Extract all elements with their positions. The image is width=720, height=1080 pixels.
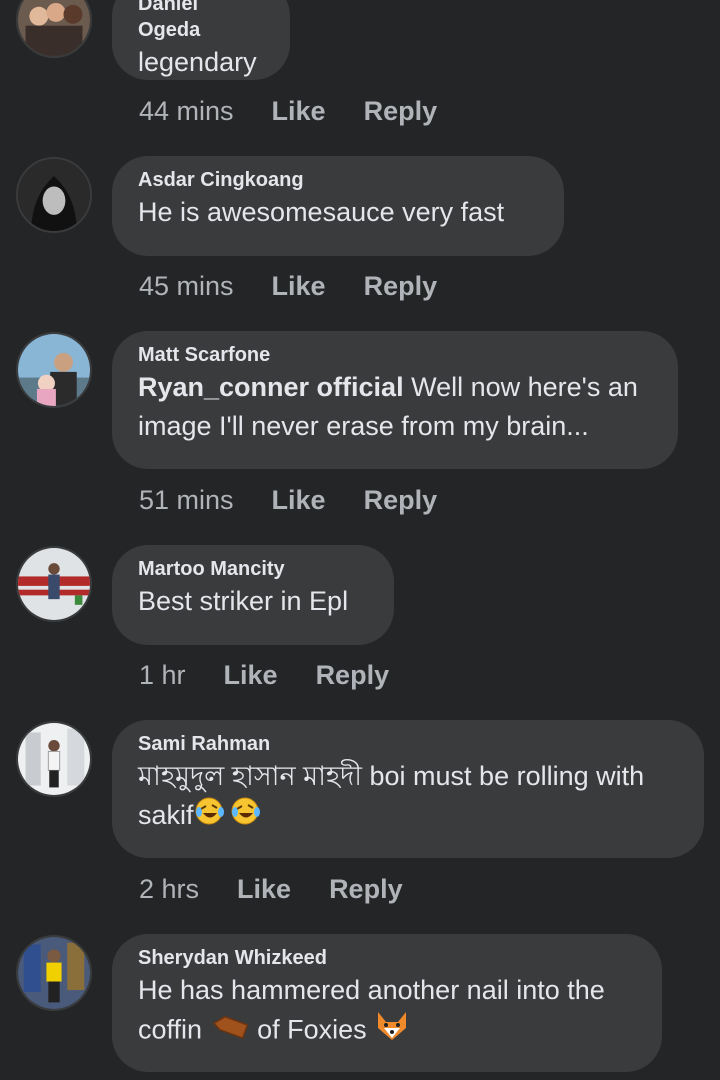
fox-emoji-icon	[374, 1010, 410, 1053]
comment-author[interactable]: Matt Scarfone	[138, 342, 652, 368]
comment-bubble: Sami Rahman মাহমুদুল হাসান মাহদী boi mus…	[112, 720, 704, 858]
comment-text-part: of Foxies	[257, 1014, 367, 1045]
comment-bubble: Sherydan Whizkeed He has hammered anothe…	[112, 934, 662, 1072]
avatar[interactable]	[16, 0, 92, 58]
comment-timestamp[interactable]: 51 mins	[139, 485, 234, 516]
reply-button[interactable]: Reply	[316, 660, 390, 691]
comment-author[interactable]: Asdar Cingkoang	[138, 167, 538, 193]
comment-actions: 2 hrs Like Reply	[139, 874, 403, 905]
comment-author[interactable]: Daniel Ogeda	[138, 0, 264, 43]
comment-text: Ryan_conner official Well now here's an	[138, 368, 652, 407]
avatar[interactable]	[16, 546, 92, 622]
like-button[interactable]: Like	[272, 96, 326, 127]
comment-text-line: sakif	[138, 796, 678, 837]
comment-timestamp[interactable]: 44 mins	[139, 96, 234, 127]
rofl-emoji-icon	[194, 796, 228, 837]
comment-timestamp[interactable]: 2 hrs	[139, 874, 199, 905]
comment-text: Best striker in Epl	[138, 586, 349, 616]
comment-bubble: Asdar Cingkoang He is awesomesauce very …	[112, 156, 564, 256]
avatar[interactable]	[16, 935, 92, 1011]
comment-actions: 45 mins Like Reply	[139, 271, 437, 302]
comment-text: legendary	[138, 47, 257, 77]
comment-timestamp[interactable]: 1 hr	[139, 660, 186, 691]
comment-text-part: Well now here's an	[411, 372, 638, 402]
like-button[interactable]: Like	[224, 660, 278, 691]
comment-text-part: sakif	[138, 800, 194, 830]
comment-text-line: coffin of Foxies	[138, 1010, 636, 1053]
coffin-emoji-icon	[210, 1011, 250, 1052]
avatar[interactable]	[16, 157, 92, 233]
rofl-emoji-icon	[228, 796, 262, 837]
comment-text-line: image I'll never erase from my brain...	[138, 411, 589, 441]
comment-text-part: coffin	[138, 1014, 203, 1045]
comment-text: He has hammered another nail into the	[138, 975, 605, 1005]
comment-text: মাহমুদুল হাসান মাহদী boi must be rolling…	[138, 761, 645, 791]
comment-bubble: Matt Scarfone Ryan_conner official Well …	[112, 331, 678, 469]
comment-actions: 1 hr Like Reply	[139, 660, 389, 691]
avatar[interactable]	[16, 721, 92, 797]
comment-bubble: Martoo Mancity Best striker in Epl	[112, 545, 394, 645]
comment-text: He is awesomesauce very fast	[138, 197, 505, 227]
comment-actions: 44 mins Like Reply	[139, 96, 437, 127]
reply-button[interactable]: Reply	[364, 485, 438, 516]
comment-timestamp[interactable]: 45 mins	[139, 271, 234, 302]
comment-bubble: Daniel Ogeda legendary	[112, 0, 290, 80]
like-button[interactable]: Like	[272, 485, 326, 516]
comment-author[interactable]: Sami Rahman	[138, 731, 678, 757]
comment-author[interactable]: Martoo Mancity	[138, 556, 368, 582]
like-button[interactable]: Like	[237, 874, 291, 905]
mention-link[interactable]: Ryan_conner official	[138, 372, 404, 402]
avatar[interactable]	[16, 332, 92, 408]
comment-author[interactable]: Sherydan Whizkeed	[138, 945, 636, 971]
comment-actions: 51 mins Like Reply	[139, 485, 437, 516]
reply-button[interactable]: Reply	[364, 271, 438, 302]
reply-button[interactable]: Reply	[329, 874, 403, 905]
like-button[interactable]: Like	[272, 271, 326, 302]
reply-button[interactable]: Reply	[364, 96, 438, 127]
